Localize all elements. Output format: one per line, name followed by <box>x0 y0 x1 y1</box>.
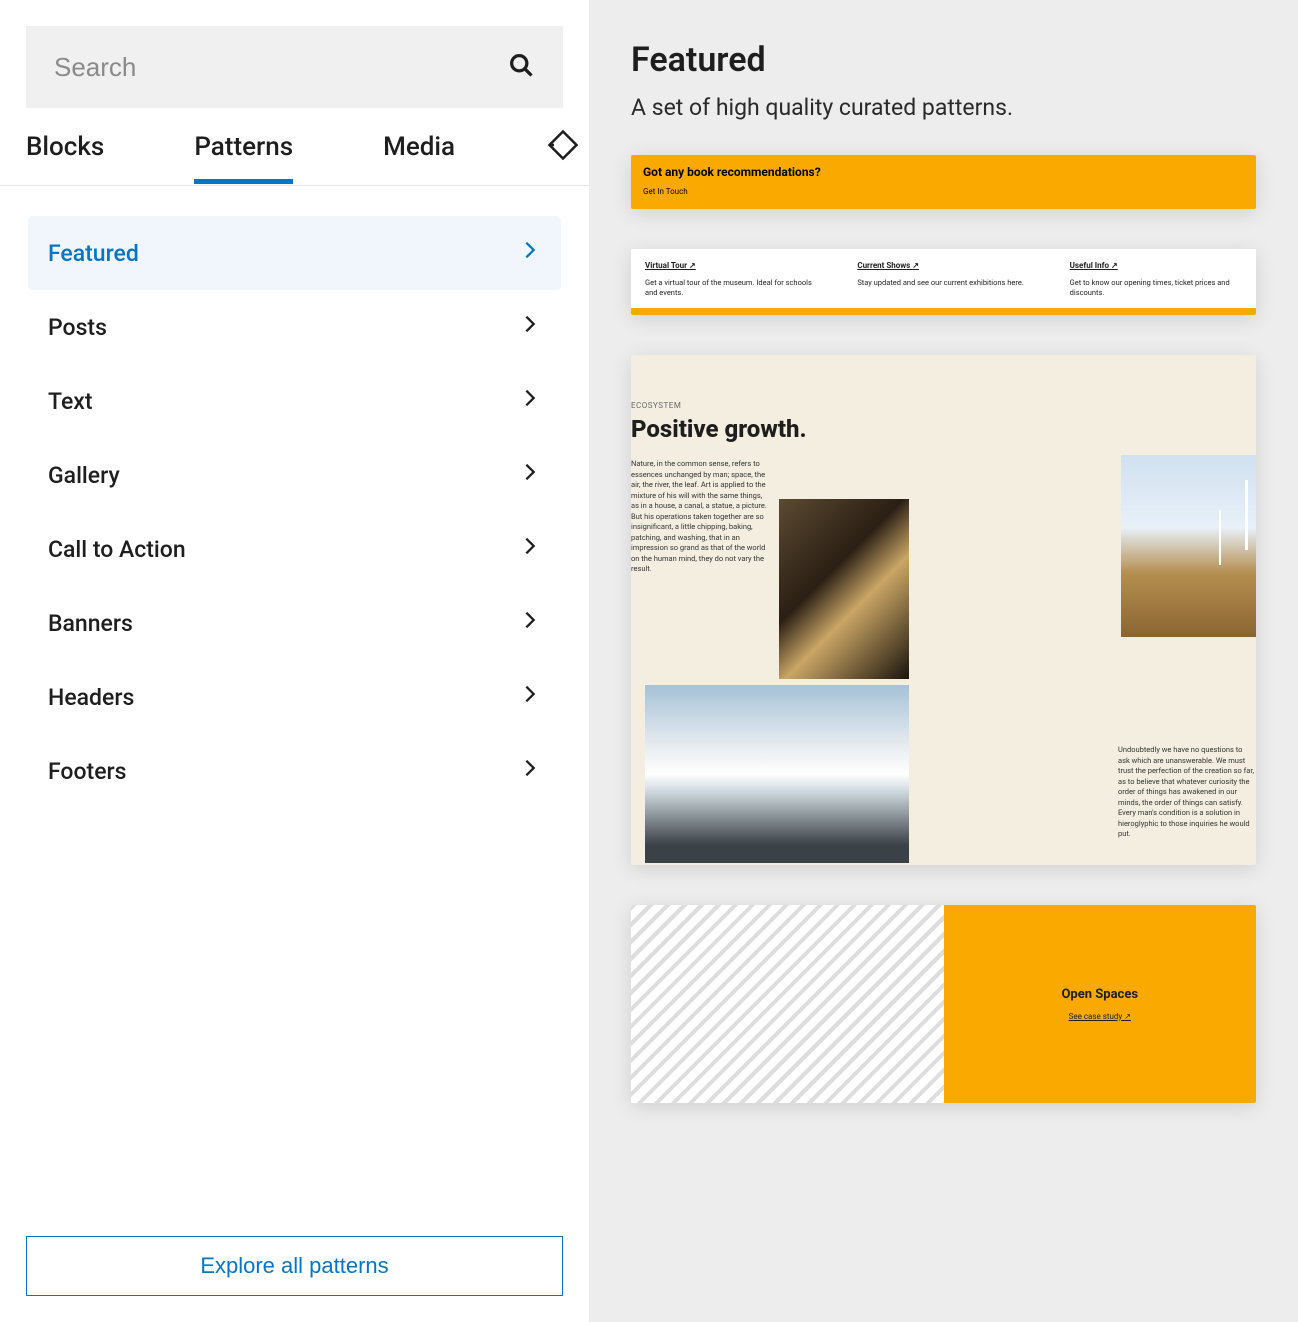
card1-question: Got any book recommendations? <box>643 165 1244 179</box>
category-gallery[interactable]: Gallery <box>28 438 561 512</box>
search-icon <box>507 51 535 83</box>
preview-description: A set of high quality curated patterns. <box>631 94 1256 121</box>
pattern-preview-cta-book[interactable]: Got any book recommendations? Get In Tou… <box>631 155 1256 209</box>
tab-blocks[interactable]: Blocks <box>26 110 104 184</box>
pattern-preview-three-columns[interactable]: Virtual Tour ↗ Get a virtual tour of the… <box>631 249 1256 315</box>
chevron-right-icon <box>519 461 541 489</box>
explore-all-patterns-button[interactable]: Explore all patterns <box>26 1236 563 1296</box>
category-label: Text <box>48 388 93 415</box>
category-banners[interactable]: Banners <box>28 586 561 660</box>
card4-right: Open Spaces See case study ↗ <box>944 905 1257 1103</box>
category-featured[interactable]: Featured <box>28 216 561 290</box>
category-headers[interactable]: Headers <box>28 660 561 734</box>
pattern-preview-panel: Featured A set of high quality curated p… <box>589 0 1298 1322</box>
card4-texture-image <box>631 905 944 1103</box>
category-footers[interactable]: Footers <box>28 734 561 808</box>
close-panel-icon[interactable] <box>545 127 581 167</box>
chevron-right-icon <box>519 535 541 563</box>
card2-col-useful-info: Useful Info ↗ Get to know our opening ti… <box>1070 261 1242 298</box>
category-list: Featured Posts Text Gallery Call to Acti… <box>0 186 589 1236</box>
card2-accent-bar <box>631 308 1256 316</box>
card3-windmill-image <box>1121 455 1256 637</box>
preview-heading: Featured <box>631 40 1256 80</box>
category-label: Call to Action <box>48 536 186 563</box>
search-box[interactable] <box>26 26 563 108</box>
card3-forest-image <box>779 499 909 679</box>
card3-eyebrow: ECOSYSTEM <box>631 401 681 410</box>
tab-row: Blocks Patterns Media <box>0 108 589 186</box>
category-text[interactable]: Text <box>28 364 561 438</box>
card3-coast-image <box>645 685 909 863</box>
explore-wrap: Explore all patterns <box>0 1236 589 1322</box>
category-call-to-action[interactable]: Call to Action <box>28 512 561 586</box>
tab-patterns[interactable]: Patterns <box>194 110 293 184</box>
chevron-right-icon <box>519 239 541 267</box>
card2-body: Virtual Tour ↗ Get a virtual tour of the… <box>631 249 1256 308</box>
chevron-right-icon <box>519 683 541 711</box>
search-container <box>0 26 589 108</box>
category-label: Footers <box>48 758 126 785</box>
card3-para1: Nature, in the common sense, refers to e… <box>631 459 771 575</box>
pattern-list: Got any book recommendations? Get In Tou… <box>589 155 1298 1103</box>
chevron-right-icon <box>519 609 541 637</box>
card3-headline: Positive growth. <box>631 415 807 443</box>
category-label: Gallery <box>48 462 120 489</box>
card2-col-virtual-tour: Virtual Tour ↗ Get a virtual tour of the… <box>645 261 817 298</box>
inserter-panel: Blocks Patterns Media Featured Posts Tex… <box>0 0 589 1322</box>
card3-para2: Undoubtedly we have no questions to ask … <box>1118 745 1256 840</box>
pattern-preview-open-spaces[interactable]: Open Spaces See case study ↗ <box>631 905 1256 1103</box>
col-desc: Get a virtual tour of the museum. Ideal … <box>645 278 812 297</box>
search-input[interactable] <box>54 52 439 83</box>
preview-header: Featured A set of high quality curated p… <box>589 40 1298 121</box>
chevron-right-icon <box>519 313 541 341</box>
category-label: Headers <box>48 684 134 711</box>
card4-link: See case study ↗ <box>1069 1012 1131 1021</box>
tab-media[interactable]: Media <box>383 110 455 184</box>
card1-cta: Get In Touch <box>643 187 1244 196</box>
chevron-right-icon <box>519 387 541 415</box>
category-posts[interactable]: Posts <box>28 290 561 364</box>
category-label: Posts <box>48 314 107 341</box>
col-title: Useful Info ↗ <box>1070 261 1242 270</box>
col-title: Virtual Tour ↗ <box>645 261 817 270</box>
col-desc: Stay updated and see our current exhibit… <box>857 278 1023 287</box>
category-label: Featured <box>48 240 139 267</box>
pattern-preview-positive-growth[interactable]: ECOSYSTEM Positive growth. Nature, in th… <box>631 355 1256 865</box>
card4-title: Open Spaces <box>1061 987 1138 1002</box>
chevron-right-icon <box>519 757 541 785</box>
col-desc: Get to know our opening times, ticket pr… <box>1070 278 1230 297</box>
col-title: Current Shows ↗ <box>857 261 1029 270</box>
card2-col-current-shows: Current Shows ↗ Stay updated and see our… <box>857 261 1029 298</box>
category-label: Banners <box>48 610 133 637</box>
